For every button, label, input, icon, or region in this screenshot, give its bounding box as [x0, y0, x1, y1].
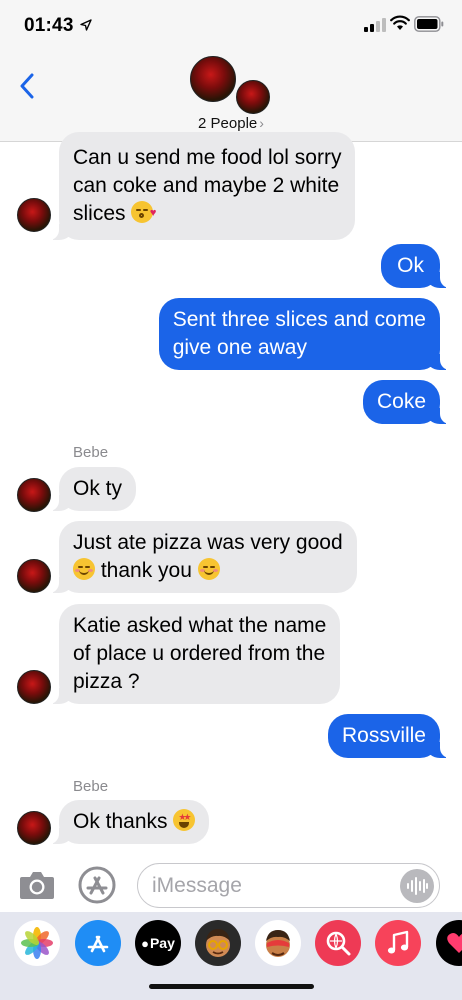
message-line: Ok thanks [73, 810, 168, 833]
memoji-icon[interactable] [195, 920, 241, 966]
avatar[interactable] [17, 198, 51, 232]
group-avatars[interactable] [190, 56, 274, 116]
voice-button[interactable] [400, 869, 434, 903]
smiling-face-emoji [197, 558, 220, 580]
message-line: slices [73, 202, 126, 225]
back-button[interactable] [12, 66, 42, 106]
message-line: Ok [397, 254, 424, 277]
camera-icon[interactable] [18, 868, 56, 902]
conversation-header: 2 People › [0, 52, 462, 142]
incoming-message[interactable]: Ok thanks [48, 800, 210, 844]
outgoing-message[interactable]: Ok [381, 244, 450, 288]
photos-icon[interactable] [14, 920, 60, 966]
people-label: 2 People [198, 115, 258, 132]
outgoing-message[interactable]: Coke [362, 380, 451, 424]
message-line: thank you [100, 559, 192, 582]
status-time: 01:43 [24, 15, 74, 36]
message-line: Coke [376, 390, 426, 413]
location-arrow-icon [80, 19, 92, 31]
incoming-message[interactable]: Just ate pizza was very good thank you [49, 521, 357, 593]
avatar[interactable] [17, 478, 51, 512]
message-line: Katie asked what the name [73, 614, 327, 637]
digital-touch-icon[interactable] [436, 920, 462, 966]
message-line: Ok ty [73, 477, 123, 500]
app-store-icon[interactable] [78, 866, 116, 904]
battery-icon [414, 16, 444, 32]
apple-logo-icon: ● [141, 935, 149, 951]
outgoing-message[interactable]: Sent three slices and come give one away [158, 298, 451, 370]
message-line: Rossville [341, 724, 426, 747]
message-line: Sent three slices and come [172, 308, 426, 331]
avatar[interactable] [17, 559, 51, 593]
people-details-link[interactable]: 2 People › [0, 115, 462, 132]
web-search-icon[interactable] [315, 920, 361, 966]
chevron-left-icon [20, 73, 34, 99]
avatar [190, 56, 236, 102]
message-line: can coke and maybe 2 white [73, 174, 340, 197]
app-store-icon[interactable] [75, 920, 121, 966]
voice-waveform-icon [407, 877, 428, 895]
status-bar: 01:43 [0, 0, 462, 52]
message-line: of place u ordered from the [73, 642, 326, 665]
sender-name: Bebe [73, 778, 109, 795]
home-indicator[interactable] [149, 984, 314, 989]
incoming-message[interactable]: Can u send me food lol sorry can coke an… [48, 132, 356, 240]
signal-icon [364, 18, 386, 32]
message-line: pizza ? [73, 670, 140, 693]
memoji-stickers-icon[interactable] [255, 920, 301, 966]
incoming-message[interactable]: Katie asked what the name of place u ord… [48, 604, 341, 704]
wifi-icon [390, 15, 410, 30]
message-line: Can u send me food lol sorry [73, 146, 342, 169]
chevron-right-icon: › [259, 115, 264, 131]
message-field[interactable] [137, 863, 440, 908]
message-line: Just ate pizza was very good [73, 531, 343, 554]
relieved-face-emoji [73, 558, 95, 580]
avatar[interactable] [17, 670, 51, 704]
music-icon[interactable] [375, 920, 421, 966]
avatar[interactable] [17, 811, 51, 845]
sender-name: Bebe [73, 444, 109, 461]
star-struck-emoji [173, 809, 196, 831]
apple-pay-label: Pay [149, 935, 175, 951]
message-line: give one away [172, 336, 307, 359]
avatar [236, 80, 270, 114]
kissing-face-emoji: ♥ [131, 201, 156, 223]
apple-pay-icon[interactable]: ● Pay [135, 920, 181, 966]
incoming-message[interactable]: Ok ty [48, 467, 137, 511]
message-input[interactable] [152, 873, 392, 899]
outgoing-message[interactable]: Rossville [327, 714, 451, 758]
